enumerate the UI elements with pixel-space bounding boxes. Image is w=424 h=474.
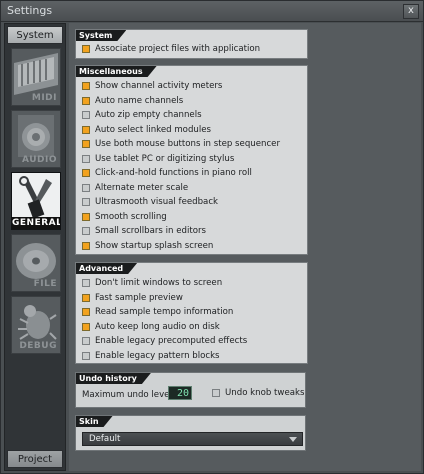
checkbox[interactable] — [82, 322, 90, 331]
checkbox-label: Read sample tempo information — [95, 307, 234, 317]
advanced-panel: Advanced Don't limit windows to screen F… — [75, 262, 308, 364]
checkbox[interactable] — [82, 198, 90, 206]
system-panel: System Associate project files with appl… — [75, 29, 308, 59]
checkbox-row[interactable]: Auto zip empty channels — [82, 108, 202, 122]
sidebar-item-label: GENERAL — [12, 217, 61, 229]
checkbox-label: Fast sample preview — [95, 292, 183, 303]
checkbox-label: Enable legacy pattern blocks — [95, 350, 220, 361]
checkbox-row[interactable]: Auto select linked modules — [82, 123, 211, 137]
sidebar-item-label: AUDIO — [22, 155, 57, 165]
system-tab-button[interactable]: System — [7, 26, 63, 44]
checkbox[interactable] — [82, 140, 90, 148]
checkbox-label: Use both mouse buttons in step sequencer — [95, 139, 281, 149]
checkbox-label: Smooth scrolling — [95, 211, 167, 222]
checkbox[interactable] — [82, 293, 90, 302]
checkbox-row[interactable]: Read sample tempo information — [82, 305, 233, 319]
checkbox-label: Show channel activity meters — [95, 81, 223, 91]
checkbox[interactable] — [82, 212, 90, 221]
window-title: Settings — [7, 4, 53, 17]
checkbox-row[interactable]: Alternate meter scale — [82, 181, 188, 195]
checkbox-label: Show startup splash screen — [95, 240, 214, 251]
settings-window: Settings x System MIDI AUDIO GENERAL FIL… — [0, 0, 424, 474]
checkbox-label: Associate project files with application — [95, 44, 261, 54]
checkbox-label: Small scrollbars in editors — [95, 226, 206, 236]
checkbox-row[interactable]: Ultrasmooth visual feedback — [82, 195, 218, 209]
sidebar-item-file[interactable]: FILE — [11, 234, 61, 292]
checkbox-row[interactable]: Show channel activity meters — [82, 79, 222, 93]
checkbox-row[interactable]: Auto keep long audio on disk — [82, 320, 220, 334]
project-tab-button[interactable]: Project — [7, 450, 63, 468]
checkbox[interactable] — [82, 351, 90, 360]
checkbox[interactable] — [212, 389, 220, 397]
checkbox-row[interactable]: Auto name channels — [82, 94, 183, 108]
panel-title: Advanced — [76, 263, 137, 274]
checkbox-label: Alternate meter scale — [95, 182, 189, 193]
checkbox-row[interactable]: Associate project files with application — [82, 42, 260, 56]
checkbox-label: Auto zip empty channels — [95, 110, 202, 120]
undo-levels-input[interactable]: 20 — [168, 386, 192, 400]
checkbox[interactable] — [82, 183, 90, 192]
checkbox-row[interactable]: Use both mouse buttons in step sequencer — [82, 137, 280, 151]
checkbox[interactable] — [82, 308, 90, 316]
sidebar-item-label: DEBUG — [19, 341, 57, 351]
panel-title: System — [76, 30, 126, 41]
checkbox-row[interactable]: Enable legacy precomputed effects — [82, 334, 247, 348]
checkbox[interactable] — [82, 227, 90, 235]
checkbox[interactable] — [82, 125, 90, 134]
sidebar: System MIDI AUDIO GENERAL FILE DEBUG Pro… — [4, 23, 66, 471]
skin-selected-value: Default — [89, 434, 121, 444]
checkbox-label: Undo knob tweaks — [225, 388, 305, 398]
checkbox[interactable] — [82, 169, 90, 177]
checkbox-row[interactable]: Enable legacy pattern blocks — [82, 349, 220, 363]
checkbox-row[interactable]: Small scrollbars in editors — [82, 224, 206, 238]
undo-history-panel: Undo history Maximum undo levels: 20 Und… — [75, 372, 306, 408]
checkbox-row[interactable]: Use tablet PC or digitizing stylus — [82, 152, 234, 166]
checkbox[interactable] — [82, 241, 90, 250]
checkbox-label: Enable legacy precomputed effects — [95, 336, 248, 346]
sidebar-item-audio[interactable]: AUDIO — [11, 110, 61, 168]
title-bar[interactable]: Settings x — [1, 1, 423, 22]
close-button[interactable]: x — [403, 4, 419, 19]
checkbox[interactable] — [82, 279, 90, 287]
undo-levels-label: Maximum undo levels: — [82, 390, 180, 400]
checkbox[interactable] — [82, 111, 90, 119]
checkbox-label: Click-and-hold functions in piano roll — [95, 168, 252, 178]
skin-panel: Skin Default — [75, 415, 306, 451]
chevron-down-icon — [289, 437, 297, 442]
misc-panel: Miscellaneous Show channel activity mete… — [75, 65, 308, 255]
checkbox[interactable] — [82, 45, 90, 53]
checkbox-label: Use tablet PC or digitizing stylus — [95, 153, 235, 164]
checkbox-row[interactable]: Show startup splash screen — [82, 239, 213, 253]
sidebar-item-label: MIDI — [31, 93, 57, 103]
checkbox-row[interactable]: Smooth scrolling — [82, 210, 167, 224]
sidebar-item-general[interactable]: GENERAL — [11, 172, 61, 230]
skin-dropdown[interactable]: Default — [82, 432, 303, 446]
checkbox-row[interactable]: Fast sample preview — [82, 291, 183, 305]
checkbox[interactable] — [82, 96, 90, 105]
checkbox[interactable] — [82, 82, 90, 90]
checkbox-row[interactable]: Don't limit windows to screen — [82, 276, 222, 290]
sidebar-item-debug[interactable]: DEBUG — [11, 296, 61, 354]
sidebar-item-label: FILE — [33, 279, 57, 289]
panel-title: Skin — [76, 416, 113, 427]
sidebar-item-midi[interactable]: MIDI — [11, 48, 61, 106]
checkbox[interactable] — [82, 337, 90, 345]
checkbox-label: Auto keep long audio on disk — [95, 321, 220, 332]
panel-title: Undo history — [76, 373, 151, 384]
undo-knob-tweaks-row[interactable]: Undo knob tweaks — [212, 388, 304, 398]
checkbox-label: Don't limit windows to screen — [95, 278, 223, 288]
checkbox-label: Ultrasmooth visual feedback — [95, 197, 219, 207]
checkbox-row[interactable]: Click-and-hold functions in piano roll — [82, 166, 252, 180]
checkbox[interactable] — [82, 154, 90, 163]
checkbox-label: Auto select linked modules — [95, 124, 211, 135]
checkbox-label: Auto name channels — [95, 95, 184, 106]
panel-title: Miscellaneous — [76, 66, 157, 77]
settings-content: System Associate project files with appl… — [69, 23, 421, 471]
